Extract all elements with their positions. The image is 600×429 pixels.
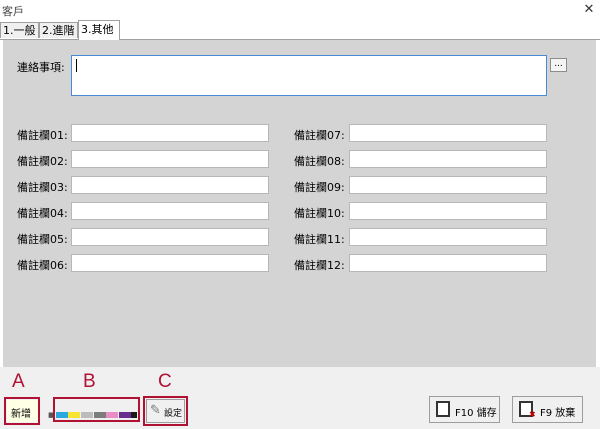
discard-button-label: F9 放棄	[540, 408, 576, 419]
remark-label-01: 備註欄01:	[17, 129, 68, 142]
remark-field-10[interactable]	[349, 202, 547, 220]
cancel-mark-icon: ✖	[529, 410, 536, 419]
tab-label: 1.一般	[3, 24, 36, 37]
tab-advanced[interactable]: 2.進階	[39, 22, 78, 38]
remark-label-06: 備註欄06:	[17, 259, 68, 272]
remark-label-04: 備註欄04:	[17, 207, 68, 220]
remark-field-11[interactable]	[349, 228, 547, 246]
remark-field-01[interactable]	[71, 124, 269, 142]
remark-field-02[interactable]	[71, 150, 269, 168]
text-caret	[76, 59, 77, 72]
remark-field-09[interactable]	[349, 176, 547, 194]
annotation-letter-a: A	[12, 371, 25, 392]
annotation-box-c	[143, 396, 188, 426]
remark-field-07[interactable]	[349, 124, 547, 142]
tab-general[interactable]: 1.一般	[0, 22, 39, 38]
discard-button[interactable]: ✖ F9 放棄	[512, 396, 583, 423]
annotation-letter-c: C	[158, 371, 172, 392]
save-button[interactable]: F10 儲存	[429, 396, 500, 423]
remark-label-10: 備註欄10:	[294, 207, 345, 220]
contact-label: 連絡事項:	[17, 61, 65, 74]
remark-field-04[interactable]	[71, 202, 269, 220]
remark-label-07: 備註欄07:	[294, 129, 345, 142]
remark-label-02: 備註欄02:	[17, 155, 68, 168]
remark-field-08[interactable]	[349, 150, 547, 168]
other-tab-panel: 連絡事項: ... 備註欄01: 備註欄02: 備註欄03: 備註欄04: 備註…	[3, 40, 596, 367]
remark-field-12[interactable]	[349, 254, 547, 272]
remark-field-05[interactable]	[71, 228, 269, 246]
remark-label-05: 備註欄05:	[17, 233, 68, 246]
tab-label: 3.其他	[81, 23, 114, 36]
remark-field-06[interactable]	[71, 254, 269, 272]
remark-label-12: 備註欄12:	[294, 259, 345, 272]
remark-label-03: 備註欄03:	[17, 181, 68, 194]
title-bar: 客戶 ✕	[0, 0, 600, 20]
remark-label-09: 備註欄09:	[294, 181, 345, 194]
tab-label: 2.進階	[42, 24, 75, 37]
tab-strip: 1.一般 2.進階 3.其他	[0, 20, 600, 40]
window-title: 客戶	[2, 5, 24, 18]
remark-label-08: 備註欄08:	[294, 155, 345, 168]
annotation-letter-b: B	[83, 371, 96, 392]
close-icon[interactable]: ✕	[582, 3, 596, 17]
floppy-disk-icon	[436, 401, 450, 417]
annotation-box-a	[4, 397, 40, 425]
remark-field-03[interactable]	[71, 176, 269, 194]
remark-label-11: 備註欄11:	[294, 233, 345, 246]
contact-notes-field[interactable]	[71, 55, 547, 96]
tab-other[interactable]: 3.其他	[78, 20, 120, 40]
contact-ellipsis-button[interactable]: ...	[550, 58, 567, 72]
annotation-box-b	[53, 397, 140, 422]
save-button-label: F10 儲存	[455, 408, 497, 419]
